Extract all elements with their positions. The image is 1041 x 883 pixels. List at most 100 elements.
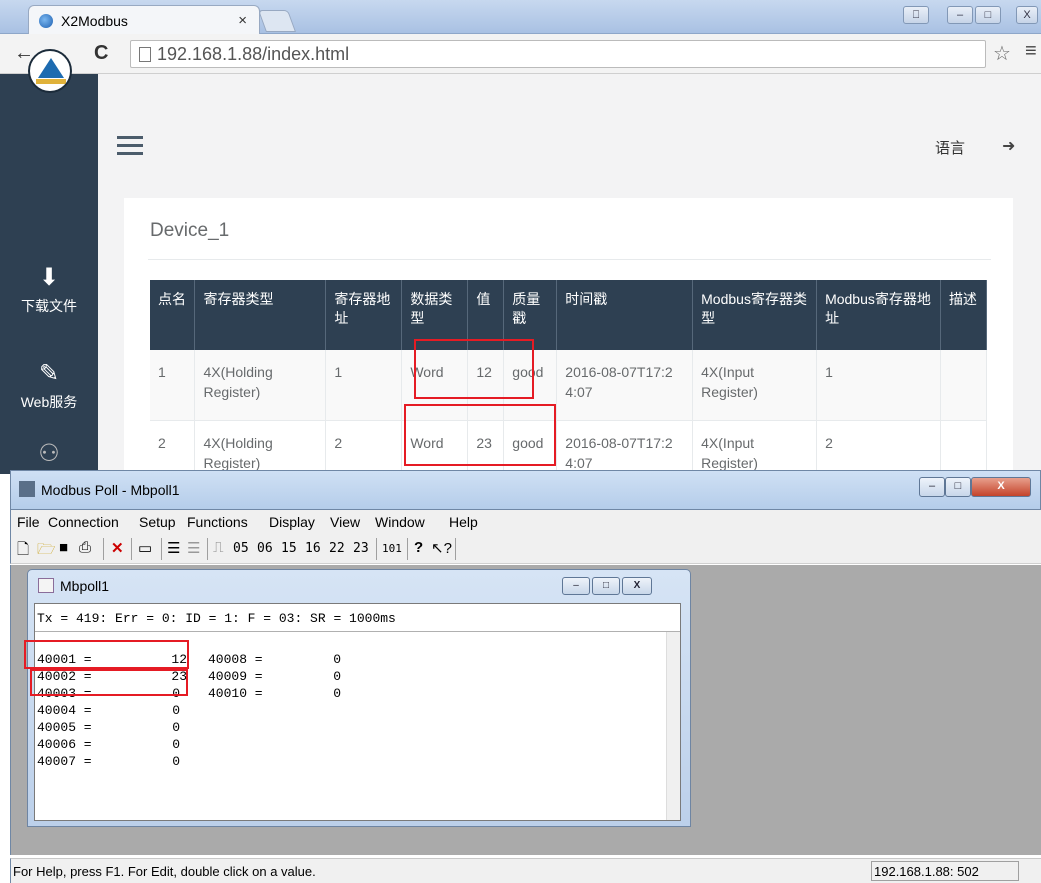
function-22-button[interactable]: 22 bbox=[329, 541, 345, 556]
function-05-button[interactable]: 05 bbox=[233, 541, 249, 556]
highlight-box-register1 bbox=[24, 640, 189, 669]
menu-display[interactable]: Display bbox=[269, 514, 315, 530]
modbus-poll-title-bar: Modbus Poll - Mbpoll1 – □ X bbox=[10, 470, 1041, 510]
register-view: Tx = 419: Err = 0: ID = 1: F = 03: SR = … bbox=[34, 603, 681, 821]
url-text: 192.168.1.88/index.html bbox=[157, 44, 350, 64]
toolbar-separator bbox=[131, 538, 132, 560]
maximize-button[interactable]: □ bbox=[975, 6, 1001, 24]
context-help-icon[interactable]: ↖? bbox=[431, 539, 452, 557]
hamburger-menu-icon[interactable] bbox=[117, 136, 143, 156]
child-minimize-button[interactable]: – bbox=[562, 577, 590, 595]
profile-icon[interactable]: ⎕ bbox=[903, 6, 929, 24]
table-cell: 1 bbox=[816, 350, 941, 421]
menu-setup[interactable]: Setup bbox=[139, 514, 176, 530]
sidebar-item-download[interactable]: ⬇ 下载文件 bbox=[0, 264, 98, 316]
close-button[interactable]: X bbox=[1016, 6, 1038, 24]
register-row[interactable]: 40006 = 0 bbox=[37, 736, 180, 753]
url-input[interactable]: 192.168.1.88/index.html bbox=[130, 40, 986, 68]
menu-functions[interactable]: Functions bbox=[187, 514, 248, 530]
mdi-client-area: Mbpoll1 – □ X Tx = 419: Err = 0: ID = 1:… bbox=[10, 565, 1041, 855]
maximize-button[interactable]: □ bbox=[945, 477, 971, 497]
highlight-box-row2 bbox=[404, 404, 556, 466]
col-header: 寄存器类型 bbox=[194, 280, 327, 350]
bookmark-star-icon[interactable]: ☆ bbox=[993, 41, 1011, 66]
tab-close-icon[interactable]: × bbox=[238, 12, 247, 29]
toolbar-separator bbox=[407, 538, 408, 560]
sidebar-item-label: Web服务 bbox=[20, 394, 78, 410]
toolbar: 🗋 🗁 ■ ⎙ ✕ ▭ ☰ ☰ ⎍ 05 06 15 16 22 23 101 … bbox=[10, 534, 1041, 564]
print-icon[interactable]: ⎙ bbox=[79, 539, 91, 556]
browser-tab-title: X2Modbus bbox=[61, 13, 128, 29]
table-header-row: 点名 寄存器类型 寄存器地址 数据类型 值 质量戳 时间戳 Modbus寄存器类… bbox=[150, 280, 988, 350]
screenshot-root: X2Modbus × ⎕ – □ X ← → C 192.168.1.88/in… bbox=[0, 0, 1041, 883]
child-window-title: Mbpoll1 bbox=[60, 578, 110, 594]
table-cell: 1 bbox=[150, 350, 196, 421]
browser-tab[interactable]: X2Modbus × bbox=[28, 5, 260, 35]
register-row[interactable]: 40008 = 0 bbox=[208, 651, 341, 668]
table-cell: 1 bbox=[325, 350, 403, 421]
disconnect-icon[interactable]: ☰ bbox=[187, 539, 200, 557]
modbus-poll-title: Modbus Poll - Mbpoll1 bbox=[41, 482, 180, 498]
function-101-button[interactable]: 101 bbox=[382, 542, 402, 555]
function-15-button[interactable]: 15 bbox=[281, 541, 297, 556]
menu-window[interactable]: Window bbox=[375, 514, 425, 530]
col-header: Modbus寄存器地址 bbox=[816, 280, 941, 350]
col-header: Modbus寄存器类型 bbox=[692, 280, 818, 350]
save-icon[interactable]: ■ bbox=[59, 539, 68, 556]
status-bar: For Help, press F1. For Edit, double cli… bbox=[10, 858, 1041, 883]
divider bbox=[35, 631, 680, 632]
browser-menu-icon[interactable]: ≡ bbox=[1025, 40, 1037, 63]
register-row[interactable]: 40005 = 0 bbox=[37, 719, 180, 736]
register-row[interactable]: 40009 = 0 bbox=[208, 668, 341, 685]
function-16-button[interactable]: 16 bbox=[305, 541, 321, 556]
table-cell bbox=[940, 350, 988, 421]
child-close-button[interactable]: X bbox=[622, 577, 652, 595]
sidebar-item-label: 下载文件 bbox=[21, 298, 77, 314]
minimize-button[interactable]: – bbox=[919, 477, 945, 497]
language-link[interactable]: 语言 bbox=[935, 137, 965, 158]
child-maximize-button[interactable]: □ bbox=[592, 577, 620, 595]
new-icon[interactable]: 🗋 bbox=[17, 539, 29, 564]
modbus-poll-app-icon bbox=[19, 481, 35, 497]
status-help-text: For Help, press F1. For Edit, double cli… bbox=[13, 864, 316, 879]
document-icon bbox=[38, 578, 54, 593]
page-icon bbox=[139, 47, 151, 62]
minimize-button[interactable]: – bbox=[947, 6, 973, 24]
function-23-button[interactable]: 23 bbox=[353, 541, 369, 556]
table-row: 1 4X(Holding Register) 1 Word 12 good 20… bbox=[150, 350, 988, 421]
help-icon[interactable]: ? bbox=[414, 539, 423, 556]
function-06-button[interactable]: 06 bbox=[257, 541, 273, 556]
vertical-scrollbar[interactable] bbox=[666, 632, 680, 820]
delete-icon[interactable]: ✕ bbox=[111, 539, 124, 557]
pulse-icon[interactable]: ⎍ bbox=[213, 539, 224, 556]
register-row[interactable]: 40007 = 0 bbox=[37, 753, 180, 770]
status-connection-address: 192.168.1.88: 502 bbox=[871, 861, 1019, 881]
poll-status-line: Tx = 419: Err = 0: ID = 1: F = 03: SR = … bbox=[37, 611, 396, 626]
menu-view[interactable]: View bbox=[330, 514, 360, 530]
table-cell: 4X(Holding Register) bbox=[194, 350, 327, 421]
mbpoll1-child-window: Mbpoll1 – □ X Tx = 419: Err = 0: ID = 1:… bbox=[27, 569, 691, 827]
col-header: 描述 bbox=[940, 280, 988, 350]
open-icon[interactable]: 🗁 bbox=[37, 539, 56, 564]
menu-connection[interactable]: Connection bbox=[48, 514, 119, 530]
col-header: 时间戳 bbox=[556, 280, 694, 350]
new-tab-button[interactable] bbox=[257, 10, 297, 32]
sidebar-item-users[interactable]: ⚇ bbox=[0, 440, 98, 472]
register-row[interactable]: 40010 = 0 bbox=[208, 685, 341, 702]
window-icon[interactable]: ▭ bbox=[138, 539, 152, 557]
logout-icon[interactable]: ➜ bbox=[1002, 136, 1015, 156]
highlight-box-register2 bbox=[30, 669, 188, 696]
sidebar-item-web-service[interactable]: ✎ Web服务 bbox=[0, 360, 98, 412]
col-header: 寄存器地址 bbox=[325, 280, 403, 350]
web-header bbox=[98, 74, 1041, 184]
close-button[interactable]: X bbox=[971, 477, 1031, 497]
toolbar-separator bbox=[161, 538, 162, 560]
reload-icon[interactable]: C bbox=[94, 42, 108, 65]
highlight-box-row1 bbox=[414, 339, 534, 399]
register-row[interactable]: 40004 = 0 bbox=[37, 702, 180, 719]
menu-help[interactable]: Help bbox=[449, 514, 478, 530]
toolbar-separator bbox=[455, 538, 456, 560]
connect-icon[interactable]: ☰ bbox=[167, 539, 180, 557]
menu-file[interactable]: File bbox=[17, 514, 40, 530]
table-cell: 2016-08-07T17:24:07 bbox=[556, 350, 694, 421]
